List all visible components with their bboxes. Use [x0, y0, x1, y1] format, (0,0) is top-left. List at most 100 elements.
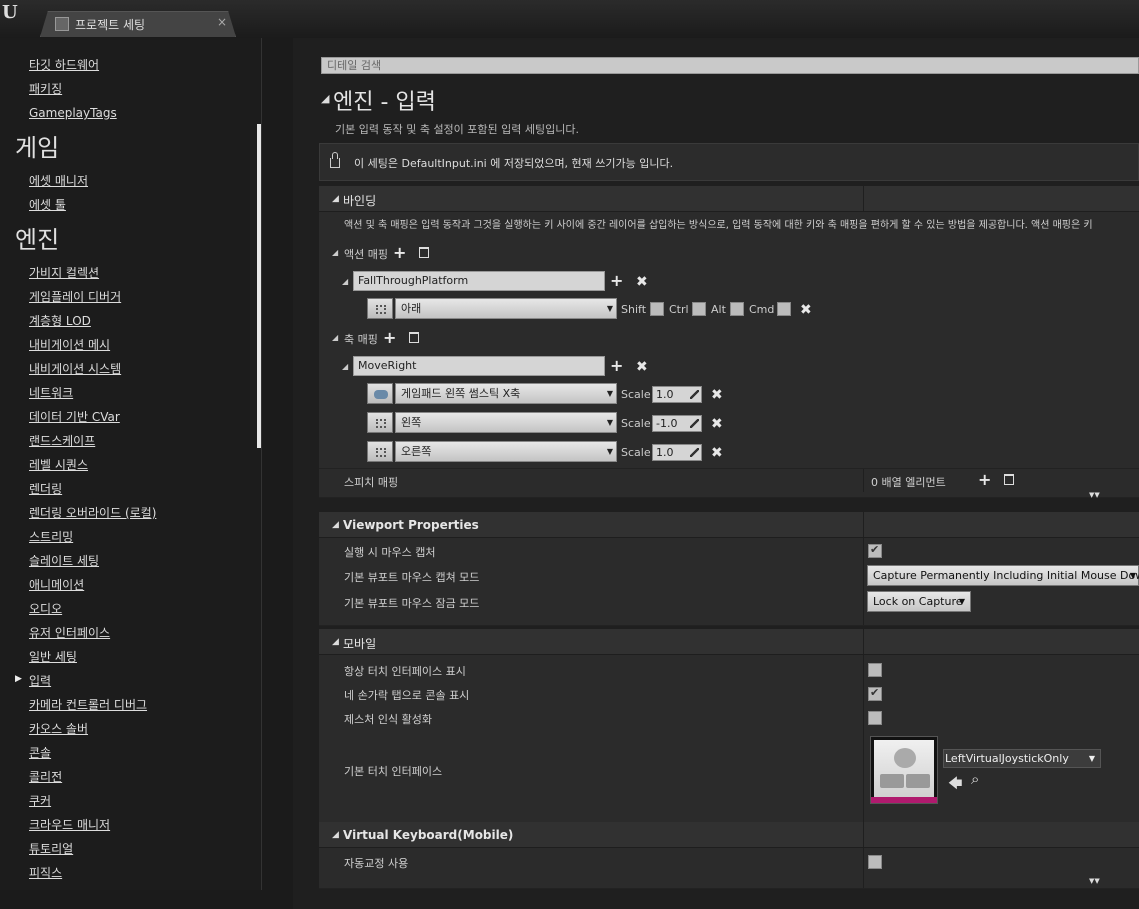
- collapse-icon[interactable]: ◢: [332, 333, 338, 342]
- sidebar-item-rendering[interactable]: 렌더링: [29, 481, 62, 497]
- sidebar-item-level-sequence[interactable]: 레벨 시퀀스: [29, 457, 88, 473]
- cmd-label: Cmd: [749, 303, 775, 316]
- collapse-icon[interactable]: ◢: [342, 277, 348, 286]
- axis-key-combo[interactable]: 오른쪽 ▼: [395, 441, 617, 462]
- collapse-icon[interactable]: ◢: [321, 92, 329, 105]
- collapse-icon[interactable]: ◢: [332, 637, 339, 647]
- sidebar-heading-engine: 엔진: [15, 226, 60, 254]
- browse-search-icon[interactable]: ⌕: [971, 770, 979, 788]
- add-key-icon[interactable]: +: [610, 273, 623, 289]
- sidebar-item-ui[interactable]: 유저 인터페이스: [29, 625, 110, 641]
- sidebar-item-asset-tools[interactable]: 에셋 툴: [29, 197, 66, 213]
- trash-icon[interactable]: [1004, 474, 1014, 485]
- section-viewport[interactable]: ◢ Viewport Properties: [319, 512, 1139, 538]
- axis-key-combo[interactable]: 왼쪽 ▼: [395, 412, 617, 433]
- add-action-icon[interactable]: +: [393, 245, 406, 261]
- sidebar-item-collision[interactable]: 콜리전: [29, 769, 62, 785]
- sidebar-item-garbage-collection[interactable]: 가비지 컬렉션: [29, 265, 99, 281]
- sidebar-item-gameplay-debugger[interactable]: 게임플레이 디버거: [29, 289, 121, 305]
- sidebar-item-cvar[interactable]: 데이터 기반 CVar: [29, 409, 120, 425]
- remove-icon[interactable]: ✖: [711, 446, 723, 460]
- trash-icon[interactable]: [419, 247, 429, 258]
- autocorrect-checkbox[interactable]: [868, 855, 882, 869]
- add-element-icon[interactable]: +: [978, 472, 991, 488]
- sidebar-item-streaming[interactable]: 스트리밍: [29, 529, 73, 545]
- sidebar-item-packaging[interactable]: 패키징: [29, 81, 62, 97]
- collapse-icon[interactable]: ◢: [342, 362, 348, 371]
- tab-project-settings[interactable]: 프로젝트 세팅 ×: [40, 11, 236, 37]
- sidebar-item-audio[interactable]: 오디오: [29, 601, 62, 617]
- add-key-icon[interactable]: +: [610, 358, 623, 374]
- sidebar-item-crowd[interactable]: 크라우드 매니저: [29, 817, 110, 833]
- sidebar-item-animation[interactable]: 애니메이션: [29, 577, 84, 593]
- gesture-checkbox[interactable]: [868, 711, 882, 725]
- collapse-icon[interactable]: ◢: [332, 194, 339, 204]
- remove-icon[interactable]: ✖: [711, 388, 723, 402]
- key-selector-button[interactable]: [367, 441, 393, 462]
- section-mobile[interactable]: ◢ 모바일: [319, 629, 1139, 655]
- search-input[interactable]: 디테일 검색: [321, 57, 1139, 74]
- touch-interface-thumbnail[interactable]: [870, 736, 938, 804]
- axis-key-combo[interactable]: 게임패드 왼쪽 썸스틱 X축 ▼: [395, 383, 617, 404]
- sidebar-item-navmesh[interactable]: 내비게이션 메시: [29, 337, 110, 353]
- scale-input[interactable]: 1.0: [652, 386, 702, 403]
- lock-mode-dropdown[interactable]: Lock on Capture ▼: [867, 591, 971, 612]
- drag-handle-icon[interactable]: [690, 390, 699, 399]
- key-selector-button[interactable]: [367, 383, 393, 404]
- sidebar-item-render-override[interactable]: 렌더링 오버라이드 (로컬): [29, 505, 156, 521]
- sidebar-item-camera-debug[interactable]: 카메라 컨트롤러 디버그: [29, 697, 147, 713]
- action-key-combo[interactable]: 아래 ▼: [395, 298, 617, 319]
- viewport-panel: 실행 시 마우스 캡처 기본 뷰포트 마우스 캡쳐 모드 Capture Per…: [319, 538, 1139, 626]
- touch-interface-dropdown[interactable]: LeftVirtualJoystickOnly ▼: [943, 749, 1101, 768]
- expand-advanced-icon[interactable]: ▼▼: [1089, 878, 1100, 885]
- key-selector-button[interactable]: [367, 298, 393, 319]
- remove-icon[interactable]: ✖: [636, 275, 648, 289]
- key-selector-button[interactable]: [367, 412, 393, 433]
- sidebar-item-cooker[interactable]: 쿠커: [29, 793, 51, 809]
- sidebar-item-asset-manager[interactable]: 에셋 매니저: [29, 173, 88, 189]
- axis-name-field[interactable]: MoveRight: [353, 356, 605, 376]
- shift-checkbox[interactable]: [650, 302, 664, 316]
- capture-mouse-checkbox[interactable]: [868, 543, 882, 558]
- collapse-icon[interactable]: ◢: [332, 248, 338, 257]
- always-show-touch-checkbox[interactable]: [868, 663, 882, 677]
- sidebar-item-nav-system[interactable]: 내비게이션 시스템: [29, 361, 121, 377]
- sidebar-item-slate[interactable]: 슬레이트 세팅: [29, 553, 99, 569]
- capture-mode-dropdown[interactable]: Capture Permanently Including Initial Mo…: [867, 565, 1139, 586]
- add-axis-icon[interactable]: +: [383, 330, 396, 346]
- sidebar-item-chaos[interactable]: 카오스 솔버: [29, 721, 88, 737]
- sidebar-item-landscape[interactable]: 랜드스케이프: [29, 433, 95, 449]
- sidebar-item-console[interactable]: 콘솔: [29, 745, 51, 761]
- action-name-field[interactable]: FallThroughPlatform: [353, 271, 605, 291]
- drag-handle-icon[interactable]: [690, 419, 699, 428]
- sidebar-item-input[interactable]: 입력: [29, 673, 51, 689]
- ctrl-checkbox[interactable]: [692, 302, 706, 316]
- sidebar-item-physics[interactable]: 피직스: [29, 865, 62, 881]
- collapse-icon[interactable]: ◢: [332, 520, 339, 530]
- sidebar-scrollbar[interactable]: [257, 124, 261, 448]
- alt-checkbox[interactable]: [730, 302, 744, 316]
- collapse-icon[interactable]: ◢: [332, 830, 339, 840]
- title-bar: U 프로젝트 세팅 ×: [0, 0, 1139, 38]
- scale-input[interactable]: 1.0: [652, 444, 702, 461]
- sidebar-item-gameplaytags[interactable]: GameplayTags: [29, 105, 117, 121]
- four-finger-console-checkbox[interactable]: [868, 686, 882, 701]
- section-bindings[interactable]: ◢ 바인딩: [319, 186, 1139, 212]
- sidebar-item-tutorial[interactable]: 튜토리얼: [29, 841, 73, 857]
- expand-advanced-icon[interactable]: ▼▼: [1089, 492, 1100, 499]
- section-virtual-keyboard[interactable]: ◢ Virtual Keyboard(Mobile): [319, 822, 1139, 848]
- use-selected-arrow-icon[interactable]: 🡄: [948, 773, 962, 797]
- trash-icon[interactable]: [409, 332, 419, 343]
- drag-handle-icon[interactable]: [690, 448, 699, 457]
- remove-icon[interactable]: ✖: [711, 417, 723, 431]
- sidebar-item-general[interactable]: 일반 세팅: [29, 649, 77, 665]
- remove-icon[interactable]: ✖: [636, 360, 648, 374]
- close-icon[interactable]: ×: [217, 15, 227, 29]
- sidebar-item-target-hardware[interactable]: 타깃 하드웨어: [29, 57, 99, 73]
- gamepad-icon: [374, 390, 388, 399]
- sidebar-item-hlod[interactable]: 계층형 LOD: [29, 313, 91, 329]
- scale-input[interactable]: -1.0: [652, 415, 702, 432]
- remove-icon[interactable]: ✖: [800, 303, 812, 317]
- cmd-checkbox[interactable]: [777, 302, 791, 316]
- sidebar-item-network[interactable]: 네트워크: [29, 385, 73, 401]
